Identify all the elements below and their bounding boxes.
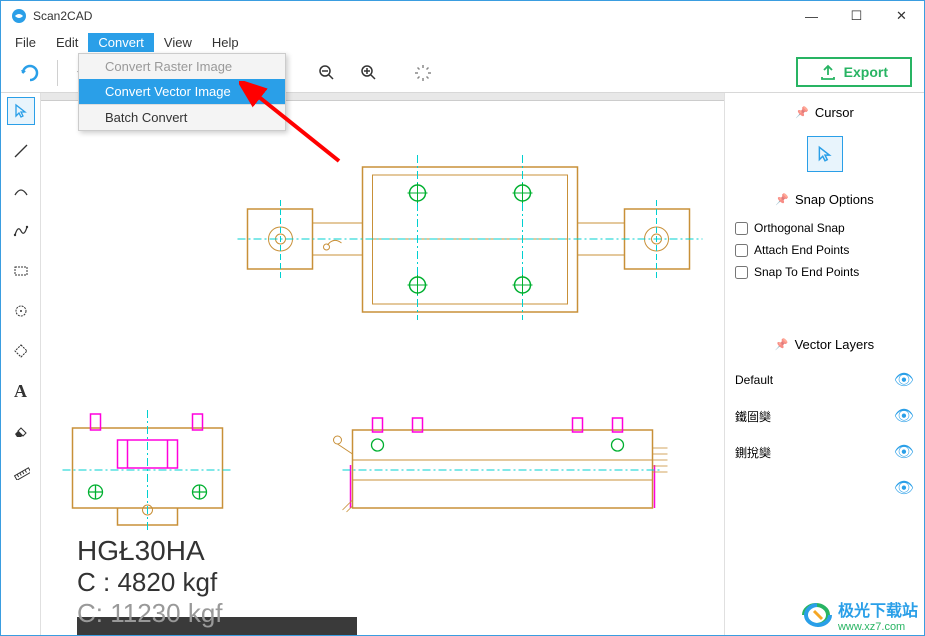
- layer-row[interactable]: 鍘挩奱 👁: [735, 434, 914, 470]
- ruler-tool[interactable]: [7, 457, 35, 485]
- menu-help[interactable]: Help: [202, 33, 249, 52]
- menu-convert[interactable]: Convert: [88, 33, 154, 52]
- snap-to-end[interactable]: Snap To End Points: [735, 261, 914, 283]
- eye-icon[interactable]: 👁: [894, 370, 914, 390]
- snap-attach-end[interactable]: Attach End Points: [735, 239, 914, 261]
- app-icon: [11, 8, 27, 24]
- arc-tool[interactable]: [7, 177, 35, 205]
- layer-row[interactable]: 👁: [735, 470, 914, 506]
- maximize-button[interactable]: ☐: [834, 1, 879, 31]
- eye-icon[interactable]: 👁: [894, 442, 914, 462]
- pin-icon: 📌: [775, 193, 789, 206]
- watermark-name: 极光下载站: [838, 597, 918, 621]
- layer-row[interactable]: 鐵囼奱 👁: [735, 398, 914, 434]
- menubar: File Edit Convert View Help: [1, 31, 924, 53]
- snap-orthogonal[interactable]: Orthogonal Snap: [735, 217, 914, 239]
- eye-icon[interactable]: 👁: [894, 478, 914, 498]
- dropdown-convert-raster[interactable]: Convert Raster Image: [79, 54, 285, 79]
- layer-name: Default: [735, 373, 773, 387]
- menu-file[interactable]: File: [5, 33, 46, 52]
- load-c1: C : 4820 kgf: [77, 567, 223, 598]
- close-button[interactable]: ✕: [879, 1, 924, 31]
- snap-attach-end-checkbox[interactable]: [735, 244, 748, 257]
- loading-icon: [406, 56, 440, 90]
- minimize-button[interactable]: —: [789, 1, 834, 31]
- rectangle-tool[interactable]: [7, 257, 35, 285]
- cursor-section-title: 📌 Cursor: [735, 101, 914, 130]
- watermark: 极光下载站 www.xz7.com: [800, 597, 918, 633]
- cursor-display[interactable]: [807, 136, 843, 172]
- line-tool[interactable]: [7, 137, 35, 165]
- dropdown-batch-convert[interactable]: Batch Convert: [79, 105, 285, 130]
- layer-row[interactable]: Default 👁: [735, 362, 914, 398]
- circle-tool[interactable]: [7, 297, 35, 325]
- menu-view[interactable]: View: [154, 33, 202, 52]
- convert-dropdown: Convert Raster Image Convert Vector Imag…: [78, 53, 286, 131]
- eraser-tool[interactable]: [7, 417, 35, 445]
- app-title: Scan2CAD: [33, 9, 92, 23]
- right-panel: 📌 Cursor 📌 Snap Options Orthogonal Snap …: [724, 93, 924, 635]
- eye-icon[interactable]: 👁: [894, 406, 914, 426]
- export-icon: [820, 64, 836, 80]
- layer-name: 鐵囼奱: [735, 408, 771, 425]
- titlebar: Scan2CAD — ☐ ✕: [1, 1, 924, 31]
- bezier-tool[interactable]: [7, 217, 35, 245]
- pin-icon: 📌: [795, 106, 809, 119]
- layer-name: 鍘挩奱: [735, 444, 771, 461]
- dropdown-convert-vector[interactable]: Convert Vector Image: [79, 79, 285, 104]
- drawing-text: HGŁ30HA C : 4820 kgf C: 11230 kgf: [77, 535, 223, 629]
- load-c2: C: 11230 kgf: [77, 598, 223, 629]
- polygon-tool[interactable]: [7, 337, 35, 365]
- pointer-tool[interactable]: [7, 97, 35, 125]
- zoom-in-icon[interactable]: [352, 56, 386, 90]
- watermark-logo-icon: [800, 601, 834, 629]
- layers-section-title: 📌 Vector Layers: [735, 333, 914, 362]
- export-button[interactable]: Export: [796, 57, 912, 87]
- part-number: HGŁ30HA: [77, 535, 223, 567]
- canvas[interactable]: HGŁ30HA C : 4820 kgf C: 11230 kgf: [41, 93, 724, 635]
- zoom-out-icon[interactable]: [310, 56, 344, 90]
- text-tool[interactable]: A: [7, 377, 35, 405]
- watermark-url: www.xz7.com: [838, 621, 918, 633]
- snap-orthogonal-checkbox[interactable]: [735, 222, 748, 235]
- snap-to-end-checkbox[interactable]: [735, 266, 748, 279]
- refresh-icon[interactable]: [13, 56, 47, 90]
- snap-section-title: 📌 Snap Options: [735, 188, 914, 217]
- tool-palette: A: [1, 93, 41, 635]
- menu-edit[interactable]: Edit: [46, 33, 88, 52]
- pin-icon: 📌: [775, 338, 789, 351]
- export-label: Export: [844, 64, 888, 80]
